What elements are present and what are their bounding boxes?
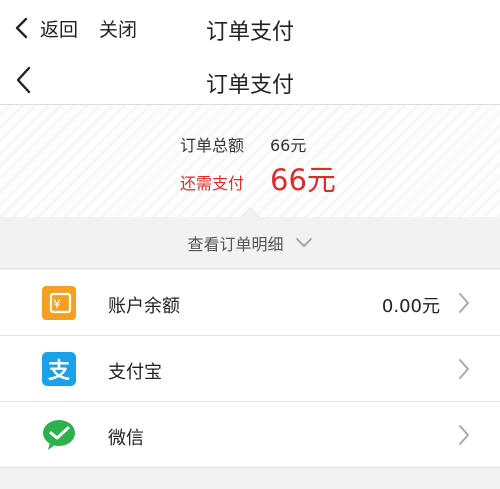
payment-method-name: 支付宝 [108,362,162,383]
wallet-icon: ¥ [42,286,76,320]
chevron-right-icon [459,425,469,445]
page-title: 订单支付 [205,73,294,98]
balance-amount: 0.00元 [381,296,440,317]
back-button[interactable]: 返回 [40,15,78,42]
payment-method-alipay[interactable]: 支 支付宝 [0,336,500,402]
chevron-right-icon [459,359,469,379]
svg-text:支: 支 [48,359,71,384]
wechat-pay-icon [43,420,75,450]
close-button[interactable]: 关闭 [99,15,137,42]
chevron-down-icon [295,238,312,247]
top-nav-bar: 返回 关闭 订单支付 [0,0,500,55]
amount-due-value: 66元 [270,163,336,197]
payment-method-wechat[interactable]: 微信 [0,402,500,468]
page-back-icon[interactable] [14,65,34,95]
payment-method-balance[interactable]: ¥ 账户余额 0.00元 [0,270,500,336]
back-arrow-icon[interactable] [12,16,32,40]
view-order-details-toggle[interactable]: 查看订单明细 [0,217,500,269]
payment-method-list: ¥ 账户余额 0.00元 支 支付宝 微信 [0,270,500,468]
order-total-value: 66元 [270,136,307,155]
order-summary: 订单总额 66元 还需支付 66元 [0,105,500,217]
amount-due-label: 还需支付 [180,174,245,193]
svg-text:¥: ¥ [53,297,61,311]
order-total-label: 订单总额 [180,136,245,155]
page-header: 订单支付 [0,55,500,105]
chevron-right-icon [459,293,469,313]
payment-method-name: 账户余额 [108,296,180,317]
alipay-icon: 支 [42,352,76,386]
view-order-details-label: 查看订单明细 [187,235,284,254]
payment-method-name: 微信 [108,428,144,449]
